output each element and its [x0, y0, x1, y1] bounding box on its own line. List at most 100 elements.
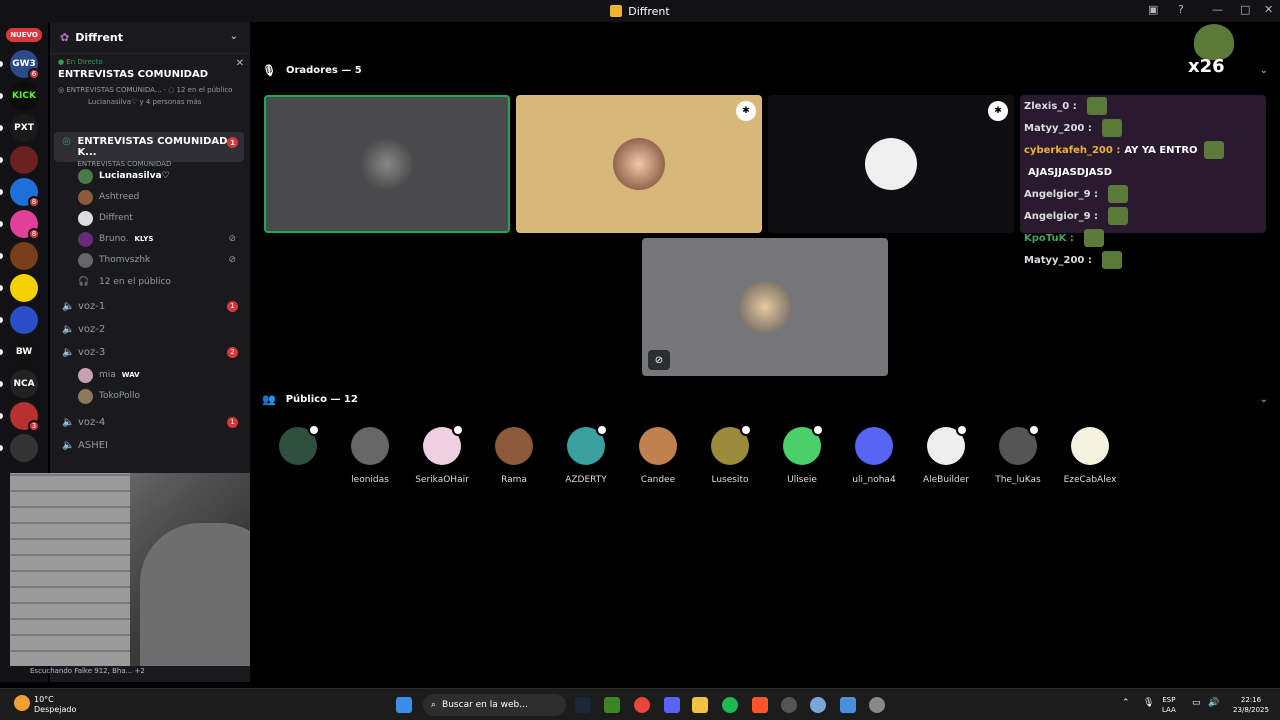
audience-member[interactable]: AleBuilder — [916, 424, 976, 485]
audience-member[interactable]: Lusesito — [700, 424, 760, 485]
voice-channel[interactable]: 🔈 voz-1 1 — [54, 295, 244, 317]
chevron-down-icon[interactable]: ⌄ — [1260, 394, 1268, 405]
mention-badge: 8 — [28, 228, 40, 240]
audience-member[interactable]: The_luKas — [988, 424, 1048, 485]
voice-channel[interactable]: 🔈 ASHEI — [54, 434, 244, 456]
stage-member[interactable]: Lucianasilva♡ — [78, 166, 244, 186]
inbox-icon[interactable]: ▣ — [1148, 3, 1158, 16]
network-icon[interactable]: ▭ — [1192, 698, 1201, 708]
user-status-bar[interactable]: Escuchando Falke 912, Bha... +2 — [10, 662, 250, 680]
voice-channel[interactable]: 🔈 voz-3 2 — [54, 341, 244, 363]
voice-member[interactable]: TokoPollo — [78, 386, 244, 406]
chrome-icon[interactable] — [634, 697, 650, 713]
unread-pill — [0, 253, 3, 259]
stage-listeners-row[interactable]: 🎧 12 en el público — [78, 272, 244, 292]
server-icon[interactable]: BW — [10, 338, 38, 366]
volume-icon[interactable]: 🔊 — [1208, 698, 1219, 708]
unread-pill — [0, 349, 3, 355]
voice-channel[interactable]: 🔈 voz-4 1 — [54, 411, 244, 433]
audience-member[interactable]: leonidas — [340, 427, 400, 485]
minecraft-icon[interactable] — [604, 697, 620, 713]
avatar — [78, 252, 93, 268]
maximize-button[interactable]: □ — [1240, 3, 1250, 16]
server-icon[interactable] — [10, 306, 38, 334]
notepad-icon[interactable] — [840, 697, 856, 713]
spotify-icon[interactable] — [722, 697, 738, 713]
audience-member[interactable] — [268, 424, 328, 475]
speakers-label: Oradores — 5 — [285, 65, 362, 76]
server-icon[interactable]: PXT — [10, 114, 38, 142]
audience-member[interactable]: uli_noha4 — [844, 427, 904, 485]
member-name: Thomvszhk — [99, 255, 151, 265]
app-icon — [610, 5, 623, 17]
server-icon[interactable] — [10, 242, 38, 270]
voice-member[interactable]: mia WAV — [78, 365, 244, 385]
close-icon[interactable]: ✕ — [236, 58, 244, 69]
microphone-icon[interactable]: 🎙 — [1143, 698, 1154, 708]
audience-member[interactable]: Rama — [484, 427, 544, 485]
activity-status: Escuchando Falke 912, Bha... +2 — [30, 667, 145, 675]
close-button[interactable]: ✕ — [1264, 3, 1273, 16]
search-icon: ⌕ — [431, 700, 437, 710]
clock[interactable]: 22:16 23/8/2025 — [1228, 695, 1274, 715]
mention-badge: 1 — [227, 416, 238, 428]
server-icon[interactable] — [10, 434, 38, 462]
app-icon[interactable] — [810, 697, 826, 713]
folder-icon[interactable] — [692, 697, 708, 713]
stage-member[interactable]: Thomvszhk ⊘ — [78, 250, 244, 270]
windows-start-icon[interactable] — [396, 697, 412, 713]
unread-pill — [0, 285, 3, 291]
live-label: En Directo — [66, 58, 103, 66]
chevron-up-icon[interactable]: ⌃ — [1122, 698, 1130, 708]
weather-widget[interactable]: 10°C Despejado — [34, 695, 76, 715]
server-label: NCA — [13, 379, 35, 389]
minimize-button[interactable]: — — [1212, 3, 1223, 16]
server-label: BW — [15, 347, 33, 357]
speaker-tile[interactable]: ⊘ — [642, 238, 888, 376]
unread-pill — [0, 317, 3, 323]
unread-pill — [0, 93, 3, 99]
stage-member[interactable]: Bruno. KLYS ⊘ — [78, 229, 244, 249]
audience-member[interactable]: EzeCabAlex — [1060, 427, 1120, 485]
server-header[interactable]: ✿ Diffrent ⌄ — [50, 22, 250, 54]
server-icon[interactable]: KICK — [10, 82, 38, 110]
channel-name: ASHEI — [78, 439, 108, 451]
speaker-icon: 🔈 — [62, 300, 75, 312]
audience-name: AleBuilder — [922, 475, 970, 485]
search-box[interactable]: ⌕ Buscar en la web... — [423, 694, 566, 716]
steam-icon[interactable] — [575, 697, 591, 713]
stage-member[interactable]: Diffrent — [78, 208, 244, 228]
speaker-tile[interactable]: ✱ — [516, 95, 762, 233]
chat-line: Zlexis_0 : — [1020, 95, 1266, 117]
chat-username: Zlexis_0 : — [1024, 100, 1077, 112]
stage-people: Lucianasilva♡ y 4 personas más — [88, 98, 202, 106]
stage-live-card[interactable]: ● En Directo ENTREVISTAS COMUNIDAD ◎ ENT… — [58, 58, 244, 106]
chat-text: AJASJJASDJASD — [1028, 166, 1113, 178]
audience-member[interactable]: Uliseie — [772, 424, 832, 485]
brave-icon[interactable] — [752, 697, 768, 713]
time: 22:16 — [1240, 696, 1262, 704]
settings-icon[interactable] — [869, 697, 885, 713]
server-icon[interactable] — [10, 146, 38, 174]
server-icon[interactable] — [10, 274, 38, 302]
mention-badge: 3 — [28, 420, 40, 432]
voice-channel[interactable]: 🔈 voz-2 — [54, 318, 244, 340]
server-icon[interactable]: NCA — [10, 370, 38, 398]
help-icon[interactable]: ? — [1178, 3, 1184, 16]
audience-member[interactable]: SerikaOHair — [412, 424, 472, 485]
emote-icon — [1203, 141, 1224, 159]
audience-member[interactable]: AZDERTY — [556, 424, 616, 485]
speaker-tile[interactable]: ✱ — [768, 95, 1014, 233]
avatar — [351, 427, 389, 465]
obs-icon[interactable] — [781, 697, 797, 713]
chevron-down-icon[interactable]: ⌄ — [1260, 65, 1268, 76]
discord-icon[interactable] — [664, 697, 680, 713]
badge-icon — [740, 424, 752, 436]
stage-member[interactable]: Ashtreed — [78, 187, 244, 207]
active-stage-channel[interactable]: ◎ ENTREVISTAS COMUNIDAD K... ENTREVISTAS… — [54, 132, 244, 168]
speaker-tile[interactable] — [264, 95, 510, 233]
chevron-down-icon[interactable]: ⌄ — [230, 31, 238, 42]
audience-member[interactable]: Candee — [628, 427, 688, 485]
language-indicator[interactable]: ESP LAA — [1162, 695, 1176, 715]
emote-icon — [1108, 185, 1129, 203]
